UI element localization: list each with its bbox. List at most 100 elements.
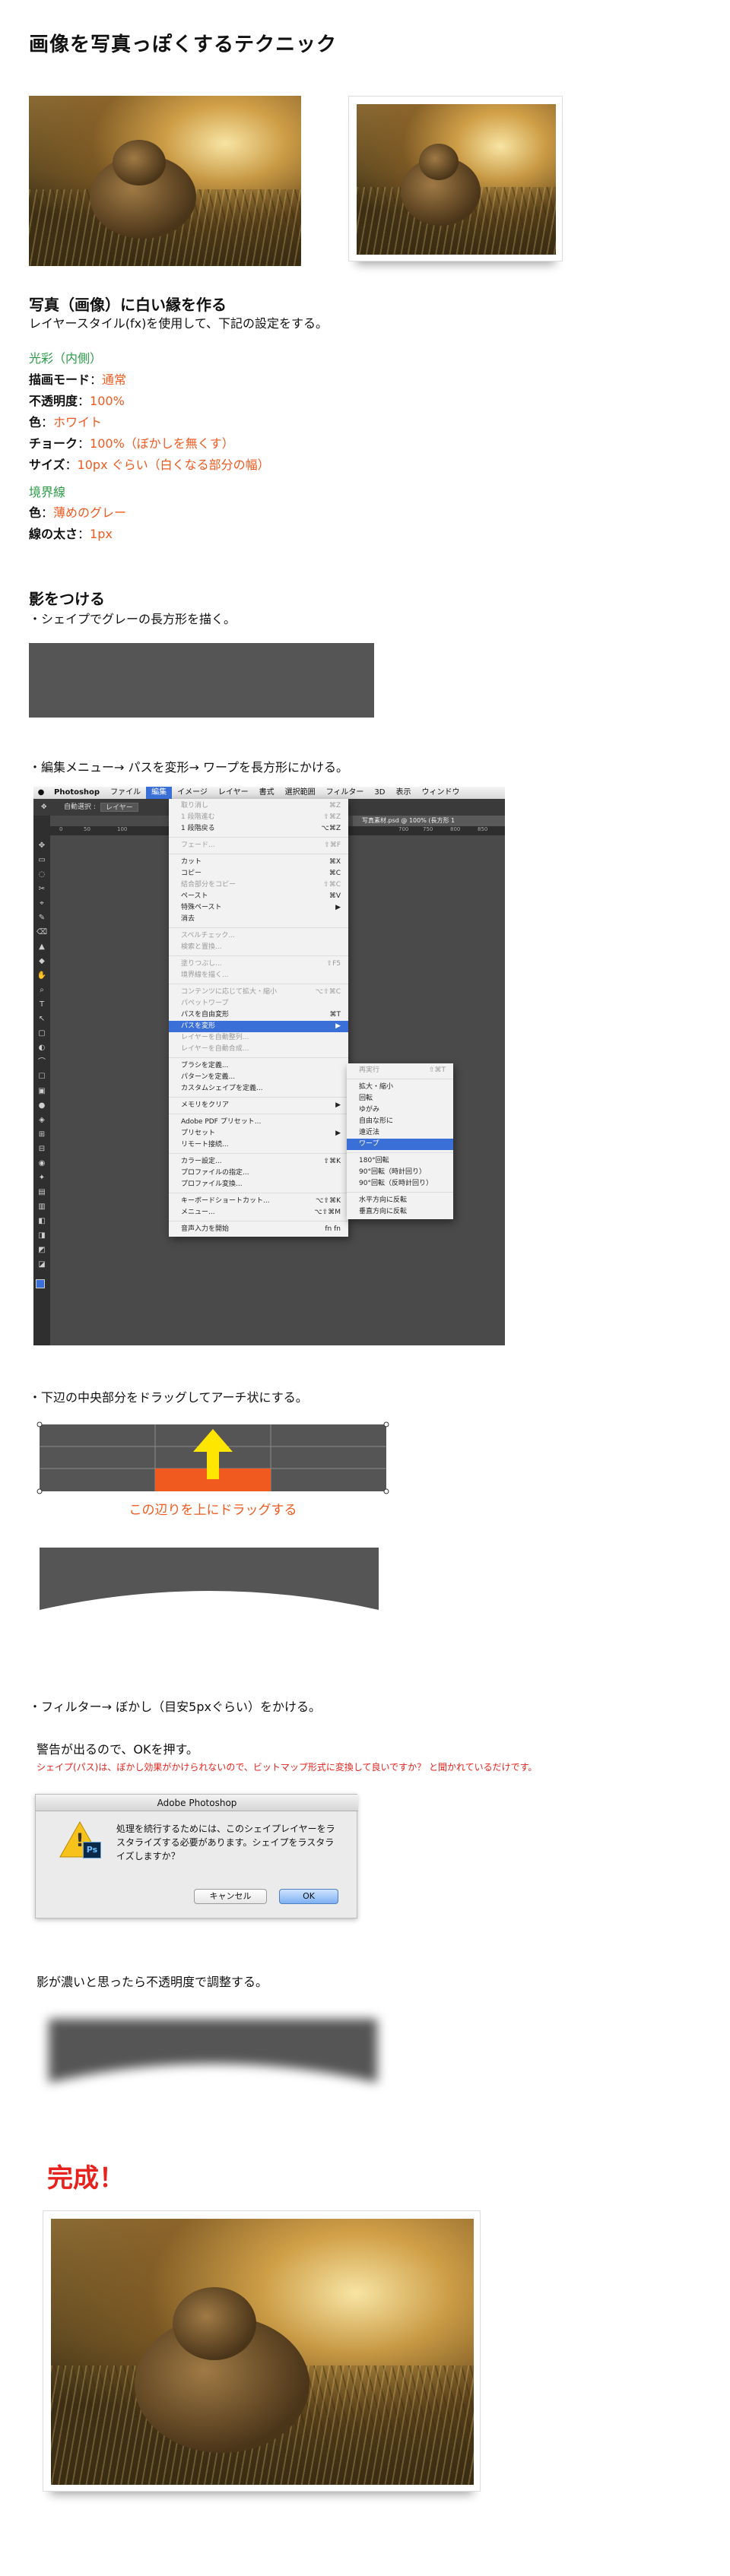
setting-row: 線の太さ：1px	[29, 527, 113, 541]
edit-menu-item[interactable]: パスを変形 ▶	[169, 1021, 348, 1032]
transform-menu-item[interactable]: ゆがみ	[347, 1104, 453, 1116]
tool-icon[interactable]: ▲	[36, 941, 48, 953]
transform-menu-item[interactable]: 180°回転	[347, 1155, 453, 1167]
edit-menu-item[interactable]: メニュー... ⌥⇧⌘M	[169, 1207, 348, 1218]
tool-icon[interactable]: ✋	[36, 970, 48, 982]
auto-select-dropdown[interactable]: レイヤー	[100, 803, 138, 812]
edit-menu-item[interactable]: カスタムシェイプを定義...	[169, 1083, 348, 1095]
warp-handle[interactable]	[36, 1421, 43, 1427]
tool-icon[interactable]: ▣	[36, 1085, 48, 1098]
edit-menu-item[interactable]: スペルチェック...	[169, 930, 348, 942]
edit-menu-item[interactable]: フェード... ⇧⌘F	[169, 840, 348, 851]
menu-layer[interactable]: レイヤー	[213, 787, 254, 799]
tool-icon[interactable]: ●	[36, 1100, 48, 1112]
edit-menu-item[interactable]: 塗りつぶし... ⇧F5	[169, 958, 348, 970]
foreground-color-swatch[interactable]	[36, 1279, 45, 1288]
edit-menu-item[interactable]: 特殊ペースト ▶	[169, 902, 348, 914]
menu-window[interactable]: ウィンドウ	[416, 787, 465, 799]
tool-icon[interactable]: ▢	[36, 1028, 48, 1040]
edit-menu-item[interactable]: パペットワープ	[169, 998, 348, 1009]
warp-handle[interactable]	[383, 1421, 389, 1427]
edit-menu-item[interactable]: レイヤーを自動整列...	[169, 1032, 348, 1044]
tool-icon[interactable]: ◨	[36, 1230, 48, 1242]
tool-icon[interactable]: ☐	[36, 1071, 48, 1083]
edit-menu-item[interactable]: リモート接続...	[169, 1139, 348, 1151]
menu-3d[interactable]: 3D	[369, 787, 390, 799]
menu-select[interactable]: 選択範囲	[280, 787, 321, 799]
tool-icon[interactable]: ⌒	[36, 1057, 48, 1069]
tool-icon[interactable]: ◈	[36, 1114, 48, 1126]
transform-menu-item[interactable]: 垂直方向に反転	[347, 1206, 453, 1218]
edit-menu-item[interactable]: カラー設定... ⇧⌘K	[169, 1156, 348, 1168]
tool-icon[interactable]: ✂	[36, 883, 48, 895]
edit-menu-item[interactable]: レイヤーを自動合成...	[169, 1044, 348, 1055]
transform-menu-item[interactable]: 90°回転（時計回り）	[347, 1167, 453, 1178]
menu-type[interactable]: 書式	[254, 787, 280, 799]
menu-photoshop[interactable]: Photoshop	[49, 787, 105, 799]
transform-menu-item[interactable]: ワープ	[347, 1139, 453, 1150]
edit-menu-item[interactable]: 消去	[169, 914, 348, 925]
edit-menu-item[interactable]: Adobe PDF プリセット...	[169, 1117, 348, 1128]
tool-icon[interactable]: ✦	[36, 1172, 48, 1184]
tool-icon[interactable]: ⌖	[36, 898, 48, 910]
document-tab[interactable]: 写真素材.psd @ 100% (長方形 1	[353, 816, 505, 826]
tool-icon[interactable]: ⌫	[36, 927, 48, 939]
tool-icon[interactable]: ◉	[36, 1158, 48, 1170]
edit-menu-item[interactable]: コピー ⌘C	[169, 868, 348, 879]
menu-item-label: プロファイルの指定...	[181, 1169, 249, 1177]
edit-menu-item[interactable]: 取り消し ⌘Z	[169, 800, 348, 812]
tool-icon[interactable]: ◪	[36, 1259, 48, 1271]
transform-menu-item[interactable]: 遠近法	[347, 1127, 453, 1139]
edit-menu-item[interactable]: 結合部分をコピー ⇧⌘C	[169, 879, 348, 891]
move-tool-icon[interactable]: ✥	[41, 799, 47, 816]
edit-menu-item[interactable]: パターンを定義...	[169, 1072, 348, 1083]
edit-menu-item[interactable]: カット ⌘X	[169, 857, 348, 868]
edit-menu-item[interactable]: コンテンツに応じて拡大・縮小 ⌥⇧⌘C	[169, 987, 348, 998]
apple-icon[interactable]: ●	[33, 787, 49, 799]
edit-menu-item[interactable]: 音声入力を開始 fn fn	[169, 1224, 348, 1235]
tool-icon[interactable]: ⊞	[36, 1129, 48, 1141]
menu-image[interactable]: イメージ	[172, 787, 213, 799]
edit-menu-item[interactable]: 1 段階進む ⇧⌘Z	[169, 812, 348, 823]
tool-icon[interactable]: ▭	[36, 854, 48, 867]
ok-button[interactable]: OK	[279, 1889, 338, 1904]
tool-icon[interactable]: ▥	[36, 1201, 48, 1213]
edit-menu-item[interactable]: 1 段階戻る ⌥⌘Z	[169, 823, 348, 835]
transform-menu-item[interactable]: 90°回転（反時計回り）	[347, 1178, 453, 1190]
menu-filter[interactable]: フィルター	[321, 787, 370, 799]
edit-menu-item[interactable]: 境界線を描く...	[169, 970, 348, 981]
edit-menu-item[interactable]: プロファイルの指定...	[169, 1168, 348, 1179]
menu-edit[interactable]: 編集	[146, 787, 173, 799]
tool-icon[interactable]: ✥	[36, 840, 48, 852]
edit-menu-item[interactable]: 検索と置換...	[169, 942, 348, 953]
cancel-button[interactable]: キャンセル	[194, 1889, 267, 1904]
menu-item-label: 遠近法	[359, 1129, 380, 1136]
tool-icon[interactable]: ◌	[36, 869, 48, 881]
warp-handle[interactable]	[36, 1488, 43, 1494]
menu-view[interactable]: 表示	[390, 787, 416, 799]
transform-menu-item[interactable]: 拡大・縮小	[347, 1082, 453, 1093]
edit-menu-item[interactable]: プリセット ▶	[169, 1128, 348, 1139]
tool-icon[interactable]: ◧	[36, 1215, 48, 1228]
tool-icon[interactable]: ⌕	[36, 984, 48, 996]
edit-menu-item[interactable]: ペースト ⌘V	[169, 891, 348, 902]
tool-icon[interactable]: ⊟	[36, 1143, 48, 1155]
transform-menu-item[interactable]: 自由な形に	[347, 1116, 453, 1127]
transform-menu-item[interactable]: 再実行 ⇧⌘T	[347, 1065, 453, 1076]
tool-icon[interactable]: T	[36, 999, 48, 1011]
transform-menu-item[interactable]: 回転	[347, 1093, 453, 1104]
transform-menu-item[interactable]: 水平方向に反転	[347, 1195, 453, 1206]
tool-icon[interactable]: ◩	[36, 1244, 48, 1256]
edit-menu-item[interactable]: プロファイル変換...	[169, 1179, 348, 1190]
tool-icon[interactable]: ✎	[36, 912, 48, 924]
tool-icon[interactable]: ◆	[36, 955, 48, 968]
edit-menu-item[interactable]: パスを自由変形 ⌘T	[169, 1009, 348, 1021]
warp-handle[interactable]	[383, 1488, 389, 1494]
edit-menu-item[interactable]: キーボードショートカット... ⌥⇧⌘K	[169, 1196, 348, 1207]
tool-icon[interactable]: ↖	[36, 1013, 48, 1025]
tool-icon[interactable]: ▤	[36, 1187, 48, 1199]
edit-menu-item[interactable]: ブラシを定義...	[169, 1060, 348, 1072]
menu-file[interactable]: ファイル	[105, 787, 146, 799]
edit-menu-item[interactable]: メモリをクリア ▶	[169, 1100, 348, 1111]
tool-icon[interactable]: ◐	[36, 1042, 48, 1054]
